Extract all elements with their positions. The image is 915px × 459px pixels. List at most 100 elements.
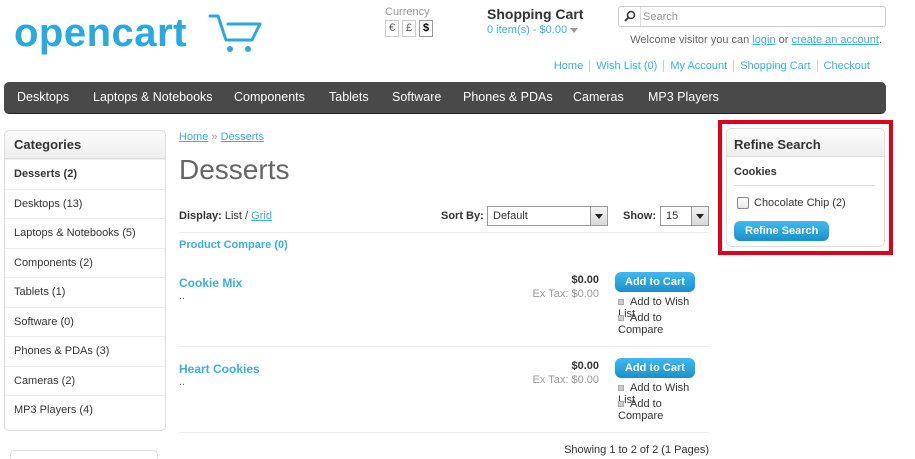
add-to-compare-text: Add to Compare bbox=[618, 312, 664, 336]
show-label: Show: bbox=[623, 210, 656, 222]
breadcrumb: Home » Desserts bbox=[179, 131, 264, 143]
category-item-mp3-players[interactable]: MP3 Players (4) bbox=[5, 395, 165, 425]
menu-item-components[interactable]: Components bbox=[234, 90, 305, 104]
menu-item-cameras[interactable]: Cameras bbox=[573, 90, 624, 104]
divider bbox=[179, 432, 709, 433]
pagination-results: Showing 1 to 2 of 2 (1 Pages) bbox=[564, 444, 709, 456]
display-label: Display: bbox=[179, 210, 222, 222]
product-description: .. bbox=[179, 376, 186, 388]
login-link[interactable]: login bbox=[752, 34, 775, 46]
logo-text: opencart bbox=[14, 11, 187, 55]
bullet-icon bbox=[618, 401, 624, 408]
link-home[interactable]: Home bbox=[548, 60, 589, 72]
product-item: Heart Cookies .. $0.00 Ex Tax: $0.00 Add… bbox=[179, 358, 709, 448]
page-title: Desserts bbox=[179, 154, 290, 185]
menu-item-laptops-notebooks[interactable]: Laptops & Notebooks bbox=[93, 90, 213, 104]
welcome-or: or bbox=[778, 34, 789, 46]
refine-search-button[interactable]: Refine Search bbox=[734, 221, 830, 241]
link-checkout[interactable]: Checkout bbox=[816, 60, 876, 72]
refine-search-title: Refine Search bbox=[727, 129, 884, 157]
link-wish-list[interactable]: Wish List (0) bbox=[589, 60, 664, 72]
menu-item-desktops[interactable]: Desktops bbox=[17, 90, 69, 104]
cart-summary[interactable]: 0 item(s) - $0.00 bbox=[487, 24, 583, 36]
category-item-phones-pdas[interactable]: Phones & PDAs (3) bbox=[5, 336, 165, 366]
display-list: List bbox=[224, 210, 242, 222]
display-separator: / bbox=[245, 210, 249, 222]
refine-option-label: Chocolate Chip (2) bbox=[754, 197, 846, 209]
product-price: $0.00 bbox=[571, 360, 599, 372]
product-compare-link[interactable]: Product Compare (0) bbox=[179, 239, 288, 251]
sort-select-value: Default bbox=[493, 210, 528, 222]
menu-item-mp3-players[interactable]: MP3 Players bbox=[648, 90, 719, 104]
link-shopping-cart[interactable]: Shopping Cart bbox=[733, 60, 817, 72]
product-name[interactable]: Heart Cookies bbox=[179, 362, 260, 376]
cart-title: Shopping Cart bbox=[487, 6, 584, 22]
product-name[interactable]: Cookie Mix bbox=[179, 276, 242, 290]
welcome-prefix: Welcome visitor you can bbox=[630, 34, 750, 46]
cart-summary-text: 0 item(s) - $0.00 bbox=[487, 24, 568, 36]
currency-euro-button[interactable]: € bbox=[385, 20, 399, 37]
add-to-compare-text: Add to Compare bbox=[618, 398, 664, 422]
bullet-icon bbox=[618, 299, 624, 306]
category-item-desserts[interactable]: Desserts (2) bbox=[5, 159, 165, 189]
show-select-value: 15 bbox=[666, 210, 679, 222]
product-item: Cookie Mix .. $0.00 Ex Tax: $0.00 Add to… bbox=[179, 272, 709, 362]
currency-selector: Currency € £ $ bbox=[385, 6, 436, 37]
search-box bbox=[618, 6, 886, 27]
sort-select[interactable]: Default bbox=[487, 206, 608, 226]
add-to-compare-link[interactable]: Add to Compare bbox=[618, 398, 709, 422]
show-select[interactable]: 15 bbox=[660, 206, 709, 226]
header-links: Home Wish List (0) My Account Shopping Cart… bbox=[548, 60, 876, 72]
search-icon bbox=[624, 10, 636, 22]
create-account-link[interactable]: create an account bbox=[791, 34, 878, 46]
breadcrumb-separator: » bbox=[211, 131, 218, 143]
opencart-logo[interactable]: opencart bbox=[14, 10, 264, 60]
add-to-cart-button[interactable]: Add to Cart bbox=[615, 272, 695, 292]
refine-option[interactable]: Chocolate Chip (2) bbox=[737, 197, 846, 210]
bullet-icon bbox=[618, 315, 624, 322]
currency-pound-button[interactable]: £ bbox=[402, 20, 416, 37]
sort-label: Sort By: bbox=[441, 210, 484, 222]
currency-dollar-button[interactable]: $ bbox=[419, 20, 433, 37]
display-toggle: Display: List / Grid bbox=[179, 210, 272, 222]
divider bbox=[179, 346, 709, 347]
currency-label: Currency bbox=[385, 6, 430, 18]
search-input[interactable] bbox=[643, 8, 883, 25]
category-item-components[interactable]: Components (2) bbox=[5, 247, 165, 278]
chevron-down-icon bbox=[570, 27, 579, 33]
product-ex-tax: Ex Tax: $0.00 bbox=[532, 374, 599, 386]
checkbox[interactable] bbox=[737, 197, 749, 210]
welcome-suffix: . bbox=[878, 34, 882, 46]
menu-item-tablets[interactable]: Tablets bbox=[329, 90, 369, 104]
chevron-down-icon bbox=[691, 207, 708, 225]
refine-group-label: Cookies bbox=[734, 166, 777, 178]
breadcrumb-home[interactable]: Home bbox=[179, 131, 208, 143]
chevron-down-icon bbox=[590, 207, 607, 225]
product-price: $0.00 bbox=[571, 274, 599, 286]
breadcrumb-desserts[interactable]: Desserts bbox=[221, 131, 264, 143]
display-grid-link[interactable]: Grid bbox=[251, 210, 272, 222]
category-item-software[interactable]: Software (0) bbox=[5, 306, 165, 337]
category-item-cameras[interactable]: Cameras (2) bbox=[5, 365, 165, 396]
main-menu: Desktops Laptops & Notebooks Components … bbox=[4, 82, 886, 114]
menu-item-software[interactable]: Software bbox=[392, 90, 441, 104]
add-to-compare-link[interactable]: Add to Compare bbox=[618, 312, 709, 336]
categories-box: Categories Desserts (2) Desktops (13) La… bbox=[4, 130, 166, 431]
product-description: .. bbox=[179, 290, 186, 302]
sidebar-box bbox=[10, 450, 158, 459]
add-to-cart-button[interactable]: Add to Cart bbox=[615, 358, 695, 378]
categories-title: Categories bbox=[5, 131, 165, 159]
bullet-icon bbox=[618, 385, 624, 392]
divider bbox=[179, 232, 709, 233]
refine-search-box: Refine Search Cookies Chocolate Chip (2)… bbox=[726, 128, 885, 247]
link-my-account[interactable]: My Account bbox=[663, 60, 734, 72]
category-item-laptops-notebooks[interactable]: Laptops & Notebooks (5) bbox=[5, 218, 165, 248]
category-item-tablets[interactable]: Tablets (1) bbox=[5, 277, 165, 307]
product-ex-tax: Ex Tax: $0.00 bbox=[532, 288, 599, 300]
category-item-desktops[interactable]: Desktops (13) bbox=[5, 188, 165, 219]
search-button[interactable] bbox=[619, 7, 641, 26]
menu-item-phones-pdas[interactable]: Phones & PDAs bbox=[463, 90, 553, 104]
divider bbox=[734, 185, 875, 186]
welcome-message: Welcome visitor you can login or create … bbox=[630, 34, 882, 46]
cart-widget[interactable]: Shopping Cart 0 item(s) - $0.00 bbox=[487, 6, 583, 36]
